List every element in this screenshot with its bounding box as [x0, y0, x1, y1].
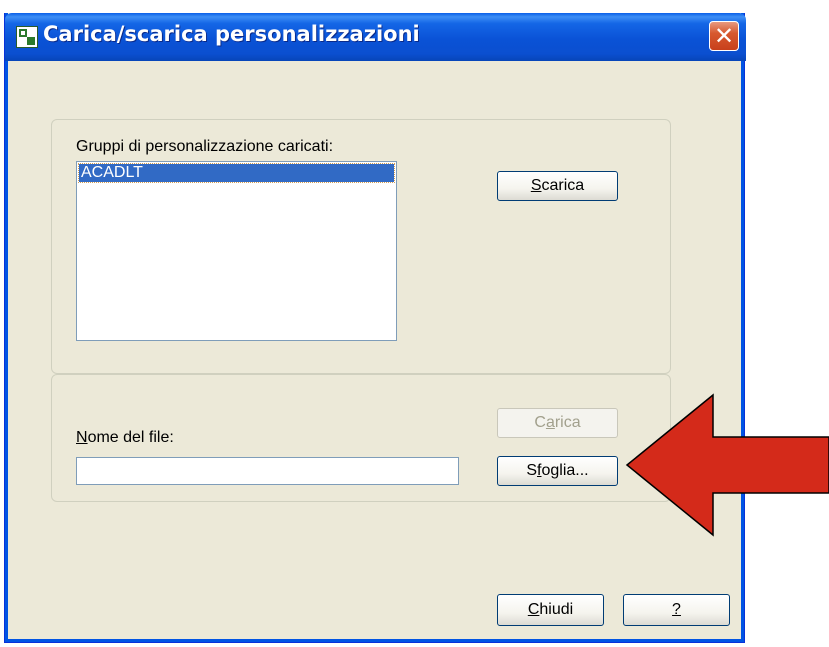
app-icon — [16, 26, 38, 48]
help-button[interactable]: ? — [623, 594, 730, 626]
close-window-button[interactable]: ✕ — [709, 21, 739, 51]
load-button-label: rica — [554, 414, 581, 431]
red-arrow-shape — [625, 393, 829, 537]
load-button-prefix: C — [534, 414, 546, 431]
unload-button[interactable]: Scarica — [497, 171, 618, 201]
load-button[interactable]: Carica — [497, 408, 618, 438]
browse-button-prefix: S — [526, 462, 538, 479]
unload-button-label: carica — [541, 177, 585, 194]
close-button-accel: C — [527, 601, 540, 618]
cropped-text-strip — [0, 0, 829, 12]
filename-input[interactable] — [76, 457, 459, 485]
filename-label-text: ome del file: — [87, 429, 174, 446]
browse-button[interactable]: Sfoglia... — [497, 456, 618, 486]
dialog-window: Carica/scarica personalizzazioni ✕ Grupp… — [4, 13, 746, 643]
close-button-label: hiudi — [539, 601, 574, 618]
help-button-label: ? — [672, 601, 681, 618]
list-item-acadlt[interactable]: ACADLT — [78, 163, 395, 183]
red-arrow-annotation — [625, 393, 829, 537]
dialog-content: Gruppi di personalizzazione caricati: AC… — [5, 61, 746, 643]
title-bar[interactable]: Carica/scarica personalizzazioni ✕ — [5, 13, 746, 61]
load-button-accel: a — [545, 414, 555, 431]
filename-label: Nome del file: — [76, 429, 174, 447]
loaded-groups-listbox[interactable]: ACADLT — [76, 161, 397, 341]
window-title: Carica/scarica personalizzazioni — [43, 22, 420, 46]
close-button[interactable]: Chiudi — [497, 594, 604, 626]
unload-button-accel: S — [530, 177, 542, 194]
loaded-groups-label: Gruppi di personalizzazione caricati: — [76, 138, 334, 155]
browse-button-label: oglia... — [541, 462, 589, 479]
filename-label-accel: N — [76, 429, 88, 446]
